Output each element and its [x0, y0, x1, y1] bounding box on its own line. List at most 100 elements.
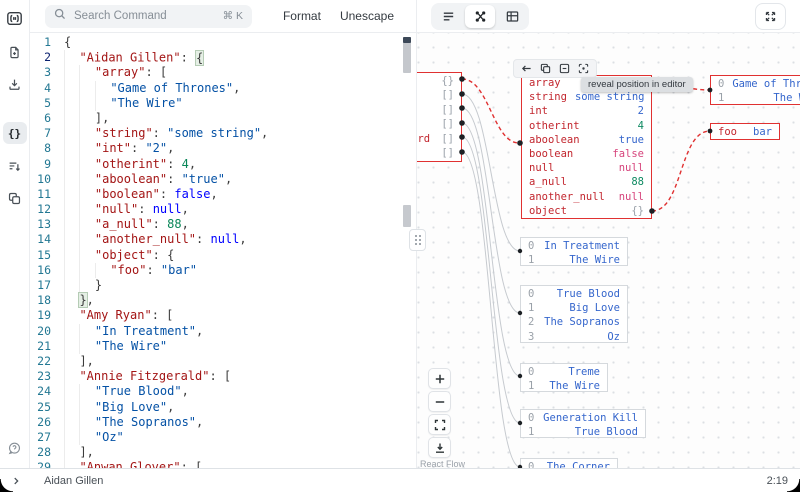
transform-button[interactable] [5, 156, 25, 176]
format-button[interactable]: Format [283, 9, 321, 23]
focus-node-button[interactable] [578, 63, 589, 74]
node-row[interactable]: object{} [522, 204, 651, 218]
node-row[interactable]: 0Generation Kill [521, 411, 645, 425]
download-button[interactable] [5, 74, 25, 94]
code-line[interactable]: 15"object": { [30, 248, 416, 263]
search-input[interactable] [72, 9, 217, 23]
code-line[interactable]: 25"Big Love", [30, 400, 416, 415]
code-line[interactable]: 17} [30, 278, 416, 293]
code-line[interactable]: 23"Annie Fitzgerald": [ [30, 369, 416, 384]
node-row[interactable]: 0Game of Thrones [711, 77, 800, 91]
array-items-node[interactable]: 0Game of Thrones1The Wire [710, 75, 800, 105]
code-line[interactable]: 6], [30, 111, 416, 126]
code-line[interactable]: 13"a_null": 88, [30, 217, 416, 232]
node-row[interactable]: 3Oz [521, 330, 627, 343]
compare-button[interactable] [5, 188, 25, 208]
duplicate-node-button[interactable] [540, 63, 551, 74]
alice-farmer-items-node[interactable]: 0The Corner [520, 458, 618, 468]
node-row[interactable]: Aidan Gillen{} [417, 74, 461, 88]
node-row[interactable]: 0Treme [521, 365, 607, 379]
amy-ryan-items-node[interactable]: 0In Treatment1The Wire [520, 237, 628, 266]
code-line[interactable]: 20"In Treatment", [30, 324, 416, 339]
code-line[interactable]: 7"string": "some string", [30, 126, 416, 141]
node-row[interactable]: abooleantrue [522, 133, 651, 147]
node-row[interactable]: 0The Corner [521, 460, 617, 468]
code-line[interactable]: 29"Anwan Glover": [ [30, 460, 416, 468]
node-row[interactable]: 1Big Love [521, 301, 627, 315]
help-button[interactable] [5, 438, 25, 458]
node-row[interactable]: stringsome string [522, 90, 651, 104]
code-line[interactable]: 8"int": "2", [30, 141, 416, 156]
node-row[interactable]: otherint4 [522, 119, 651, 133]
line-number: 28 [30, 445, 60, 460]
node-row[interactable]: foobar [711, 125, 779, 139]
scrollbar-cursor-mark [403, 37, 411, 43]
selected-object-node[interactable]: array[]stringsome stringint2otherint4abo… [521, 75, 652, 219]
collapse-node-button[interactable] [559, 63, 570, 74]
node-row[interactable]: 1The Wire [521, 253, 627, 266]
code-line[interactable]: 4"Game of Thrones", [30, 81, 416, 96]
text-view-tab[interactable] [433, 5, 463, 28]
line-number: 4 [30, 81, 60, 96]
node-row[interactable]: a_null88 [522, 175, 651, 189]
code-line[interactable]: 12"null": null, [30, 202, 416, 217]
command-search[interactable]: ⌘ K [45, 5, 252, 28]
code-line[interactable]: 10"aboolean": "true", [30, 172, 416, 187]
node-row[interactable]: 1The Wire [711, 91, 800, 105]
unescape-button[interactable]: Unescape [340, 9, 394, 23]
node-row[interactable]: Anwan Glover[] [417, 117, 461, 131]
code-line[interactable]: 9"otherint": 4, [30, 157, 416, 172]
alexander-items-node[interactable]: 0Generation Kill1True Blood [520, 409, 646, 438]
collapse-panel-chevron-icon[interactable] [8, 473, 24, 489]
new-document-button[interactable] [5, 42, 25, 62]
line-number: 23 [30, 369, 60, 384]
node-row[interactable]: booleanfalse [522, 147, 651, 161]
node-row[interactable]: another_nullnull [522, 190, 651, 204]
node-row[interactable]: Amy Ryan[] [417, 88, 461, 102]
save-image-button[interactable] [428, 437, 451, 458]
code-line[interactable]: 22], [30, 354, 416, 369]
node-row[interactable]: Annie Fitzgerald[] [417, 103, 461, 117]
code-line[interactable]: 11"boolean": false, [30, 187, 416, 202]
node-row[interactable]: 1True Blood [521, 425, 645, 438]
line-number: 19 [30, 308, 60, 323]
code-line[interactable]: 19"Amy Ryan": [ [30, 308, 416, 323]
panel-resize-handle[interactable] [409, 229, 426, 251]
code-line[interactable]: 18}, [30, 293, 416, 308]
node-row[interactable]: 1The Wire [521, 379, 607, 392]
node-row[interactable]: nullnull [522, 161, 651, 175]
code-line[interactable]: 21"The Wire" [30, 339, 416, 354]
code-line[interactable]: 27"Oz" [30, 430, 416, 445]
app-logo-icon [5, 8, 25, 28]
node-row[interactable]: Alice Farmer[] [417, 146, 461, 160]
graph-canvas[interactable]: Aidan Gillen{}Amy Ryan[]Annie Fitzgerald… [417, 33, 800, 468]
foo-object-node[interactable]: foobar [710, 123, 780, 140]
json-code-editor[interactable]: 1{2"Aidan Gillen": {3"array": [4"Game of… [30, 33, 417, 468]
table-view-tab[interactable] [497, 5, 527, 28]
code-line[interactable]: 24"True Blood", [30, 384, 416, 399]
annie-fitzgerald-items-node[interactable]: 0True Blood1Big Love2The Sopranos3Oz [520, 285, 628, 343]
code-line[interactable]: 5"The Wire" [30, 96, 416, 111]
reveal-in-editor-button[interactable] [521, 63, 532, 74]
root-object-node[interactable]: Aidan Gillen{}Amy Ryan[]Annie Fitzgerald… [417, 72, 462, 162]
anwan-glover-items-node[interactable]: 0Treme1The Wire [520, 363, 608, 392]
node-row[interactable]: 2The Sopranos [521, 315, 627, 329]
code-line[interactable]: 3"array": [ [30, 65, 416, 80]
fullscreen-button[interactable] [755, 3, 786, 30]
code-line[interactable]: 28], [30, 445, 416, 460]
zoom-out-button[interactable] [428, 391, 451, 412]
node-row[interactable]: Alexander Skarsgård[] [417, 132, 461, 146]
code-line[interactable]: 1{ [30, 35, 416, 50]
node-row[interactable]: int2 [522, 104, 651, 118]
grip-dots-icon [415, 235, 421, 245]
code-line[interactable]: 2"Aidan Gillen": { [30, 50, 416, 65]
code-line[interactable]: 16"foo": "bar" [30, 263, 416, 278]
code-line[interactable]: 26"The Sopranos", [30, 415, 416, 430]
zoom-in-button[interactable] [428, 368, 451, 389]
node-row[interactable]: 0In Treatment [521, 239, 627, 253]
graph-view-tab[interactable] [465, 5, 495, 28]
json-view-button[interactable]: {} [3, 122, 27, 144]
node-row[interactable]: 0True Blood [521, 287, 627, 301]
fit-view-button[interactable] [428, 414, 451, 435]
code-line[interactable]: 14"another_null": null, [30, 232, 416, 247]
